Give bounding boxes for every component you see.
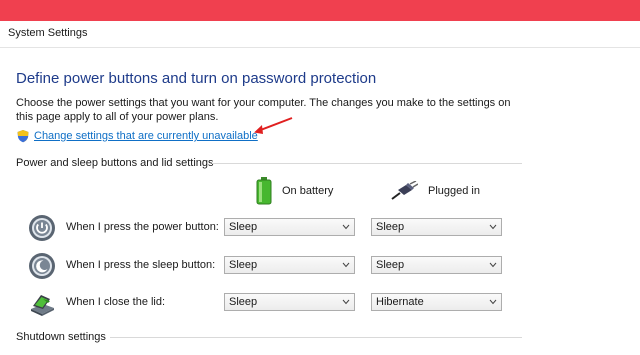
sleep-button-plugged-select[interactable]: Sleep bbox=[371, 256, 502, 274]
chevron-down-icon bbox=[489, 224, 497, 230]
address-bar bbox=[0, 21, 640, 48]
change-settings-row: Change settings that are currently unava… bbox=[16, 129, 258, 143]
power-plug-icon bbox=[391, 181, 418, 200]
on-battery-label: On battery bbox=[282, 185, 334, 197]
on-battery-header: On battery bbox=[256, 176, 333, 206]
battery-icon bbox=[256, 177, 272, 205]
lid-close-battery-select[interactable]: Sleep bbox=[224, 293, 355, 311]
chevron-down-icon bbox=[489, 262, 497, 268]
chevron-down-icon bbox=[489, 299, 497, 305]
select-value: Sleep bbox=[376, 221, 405, 233]
plugged-in-label: Plugged in bbox=[428, 185, 480, 197]
select-value: Sleep bbox=[376, 259, 405, 271]
page-title: Define power buttons and turn on passwor… bbox=[16, 70, 377, 87]
chevron-down-icon bbox=[342, 262, 350, 268]
sleep-button-battery-select[interactable]: Sleep bbox=[224, 256, 355, 274]
section-divider bbox=[212, 163, 522, 164]
laptop-lid-icon bbox=[31, 295, 54, 316]
power-button-plugged-select[interactable]: Sleep bbox=[371, 218, 502, 236]
lid-close-plugged-select[interactable]: Hibernate bbox=[371, 293, 502, 311]
section-divider bbox=[110, 337, 522, 338]
select-value: Sleep bbox=[229, 296, 258, 308]
plugged-in-header: Plugged in bbox=[390, 176, 480, 206]
row-label: When I press the sleep button: bbox=[66, 259, 216, 271]
power-section-title: Power and sleep buttons and lid settings bbox=[16, 157, 214, 169]
select-value: Hibernate bbox=[376, 296, 424, 308]
chevron-down-icon bbox=[342, 224, 350, 230]
row-label: When I close the lid: bbox=[66, 296, 166, 308]
row-label: When I press the power button: bbox=[66, 221, 219, 233]
annotation-arrow-icon bbox=[254, 117, 293, 134]
sleep-button-row: When I press the sleep button: Sleep Sle… bbox=[28, 252, 508, 280]
chevron-down-icon bbox=[342, 299, 350, 305]
power-button-battery-select[interactable]: Sleep bbox=[224, 218, 355, 236]
select-value: Sleep bbox=[229, 221, 258, 233]
shutdown-section-title: Shutdown settings bbox=[16, 331, 106, 343]
top-accent-band bbox=[0, 0, 640, 21]
change-settings-link[interactable]: Change settings that are currently unava… bbox=[34, 130, 258, 142]
uac-shield-icon bbox=[17, 130, 29, 143]
power-button-row: When I press the power button: Sleep Sle… bbox=[28, 214, 508, 242]
select-value: Sleep bbox=[229, 259, 258, 271]
lid-close-row: When I close the lid: Sleep Hibernate bbox=[28, 289, 508, 317]
sleep-button-icon bbox=[29, 253, 55, 279]
breadcrumb[interactable]: System Settings bbox=[8, 27, 87, 39]
power-button-icon bbox=[29, 215, 55, 241]
